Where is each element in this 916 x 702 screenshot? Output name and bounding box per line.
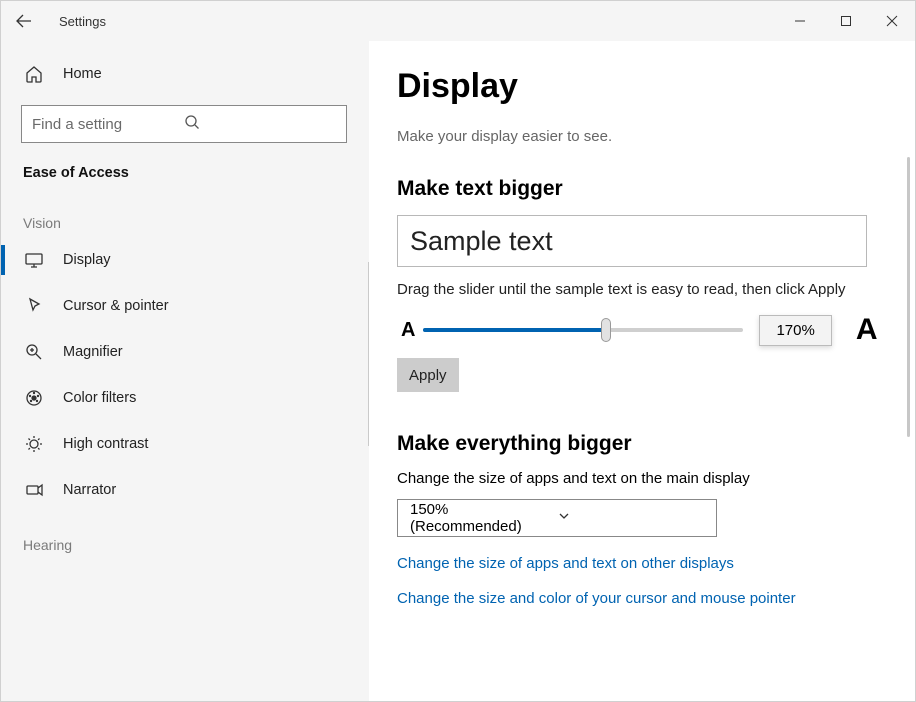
sidebar-item-magnifier[interactable]: Magnifier [1, 329, 369, 375]
sidebar-item-cursor[interactable]: Cursor & pointer [1, 283, 369, 329]
sidebar-group-vision: Vision [1, 191, 369, 237]
search-input[interactable]: Find a setting [21, 105, 347, 143]
sidebar-item-label: Display [63, 252, 111, 268]
slider-description: Drag the slider until the sample text is… [397, 281, 885, 298]
vertical-scrollbar[interactable] [907, 157, 910, 437]
window-title: Settings [59, 14, 106, 29]
slider-thumb[interactable] [601, 318, 611, 342]
section-bigger-title: Make everything bigger [397, 432, 885, 456]
slider-label-small: A [401, 319, 415, 342]
search-icon [184, 114, 336, 134]
sidebar-item-high-contrast[interactable]: High contrast [1, 421, 369, 467]
sidebar-category: Ease of Access [1, 147, 369, 191]
narrator-icon [23, 479, 45, 501]
color-filters-icon [23, 387, 45, 409]
chevron-down-icon [557, 509, 704, 527]
minimize-button[interactable] [777, 1, 823, 41]
sample-text-preview: Sample text [397, 215, 867, 267]
section-text-title: Make text bigger [397, 177, 885, 201]
sidebar-item-display[interactable]: Display [1, 237, 369, 283]
sidebar-item-label: High contrast [63, 436, 148, 452]
dropdown-value: 150% (Recommended) [410, 501, 557, 535]
sidebar-group-hearing: Hearing [1, 513, 369, 559]
sidebar: Home Find a setting Ease of Access Visio… [1, 41, 369, 701]
apply-button[interactable]: Apply [397, 358, 459, 392]
slider-label-large: A [856, 313, 878, 347]
nav-home[interactable]: Home [1, 51, 369, 97]
sidebar-item-label: Cursor & pointer [63, 298, 169, 314]
slider-fill [423, 328, 605, 332]
maximize-button[interactable] [823, 1, 869, 41]
sidebar-item-color-filters[interactable]: Color filters [1, 375, 369, 421]
page-title: Display [397, 67, 885, 106]
link-other-displays[interactable]: Change the size of apps and text on othe… [397, 555, 885, 572]
display-scale-dropdown[interactable]: 150% (Recommended) [397, 499, 717, 537]
titlebar: Settings [1, 1, 915, 41]
search-placeholder: Find a setting [32, 116, 184, 133]
link-cursor-pointer[interactable]: Change the size and color of your cursor… [397, 590, 885, 607]
sidebar-item-label: Color filters [63, 390, 136, 406]
sidebar-item-narrator[interactable]: Narrator [1, 467, 369, 513]
window-controls [777, 1, 915, 41]
magnifier-icon [23, 341, 45, 363]
nav-label: Home [63, 66, 102, 82]
text-size-slider-row: A 170% A [397, 312, 885, 348]
cursor-icon [23, 295, 45, 317]
text-size-slider[interactable] [423, 328, 743, 332]
back-button[interactable] [1, 1, 47, 41]
content-pane: Display Make your display easier to see.… [369, 41, 915, 701]
sidebar-item-label: Narrator [63, 482, 116, 498]
home-icon [23, 63, 45, 85]
slider-value-tooltip: 170% [759, 315, 831, 346]
page-subtitle: Make your display easier to see. [397, 128, 885, 145]
high-contrast-icon [23, 433, 45, 455]
section-bigger-desc: Change the size of apps and text on the … [397, 470, 885, 487]
sidebar-item-label: Magnifier [63, 344, 123, 360]
display-icon [23, 249, 45, 271]
close-button[interactable] [869, 1, 915, 41]
